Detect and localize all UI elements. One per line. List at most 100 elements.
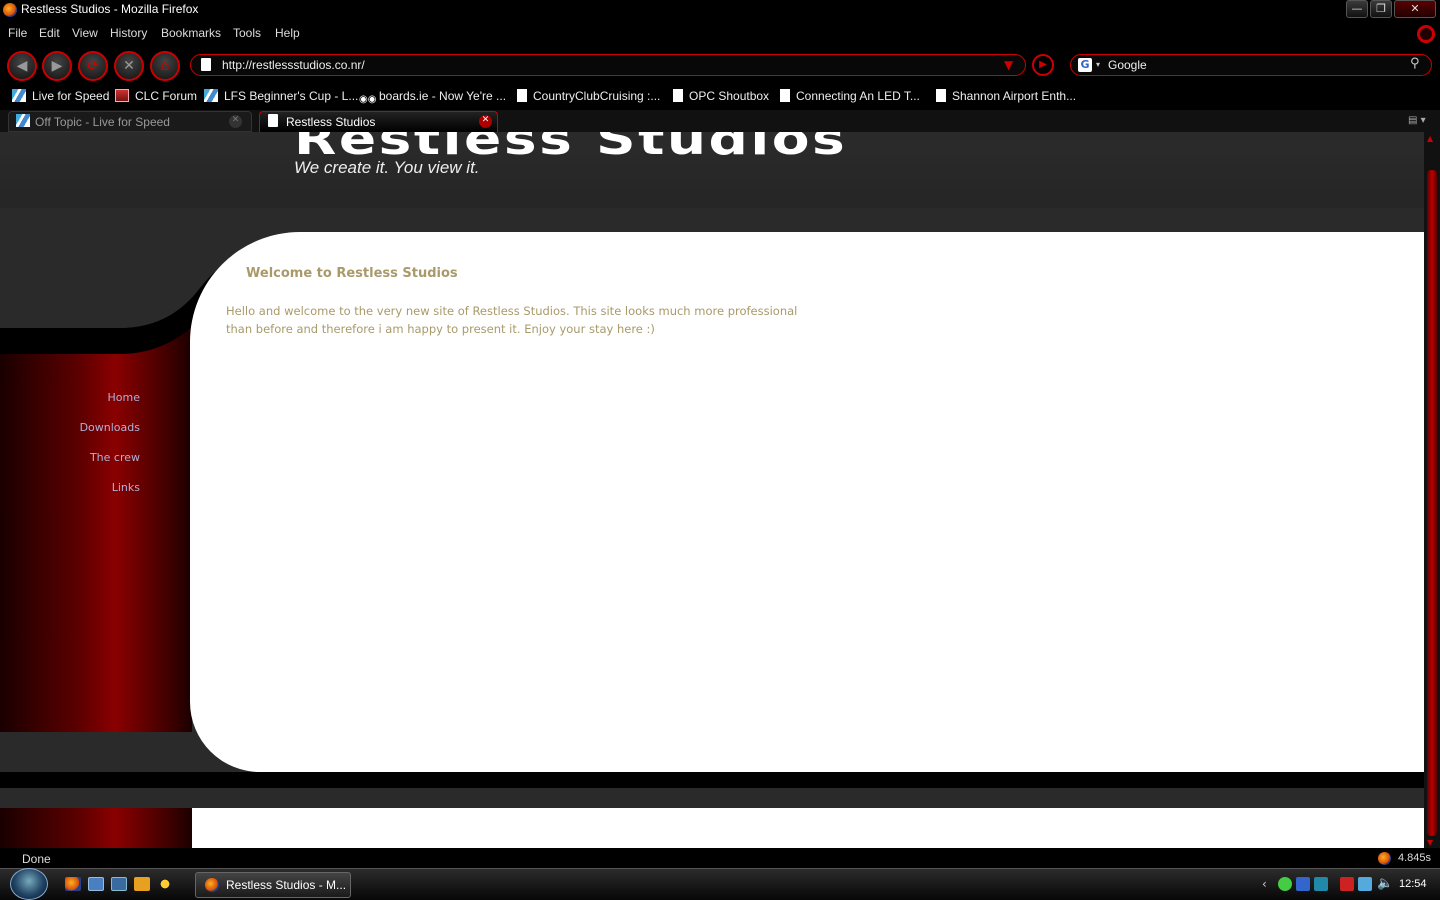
- start-button[interactable]: [10, 868, 48, 900]
- bookmark-label: CLC Forum: [135, 89, 198, 103]
- footer-band: [0, 772, 1424, 788]
- bookmark-connecting-an-led[interactable]: Connecting An LED T...: [780, 89, 920, 103]
- maximize-button[interactable]: ❐: [1370, 0, 1392, 18]
- nav-link-links[interactable]: Links: [0, 481, 140, 494]
- title-bar: [0, 0, 1440, 20]
- footer-panel: [192, 808, 1424, 848]
- home-icon: ⌂: [160, 58, 170, 74]
- security-tray-icon[interactable]: [1340, 877, 1354, 891]
- page-icon: [673, 89, 683, 102]
- menu-tools[interactable]: Tools: [233, 26, 261, 40]
- menu-view[interactable]: View: [72, 26, 98, 40]
- bookmark-clc-forum[interactable]: CLC Forum: [115, 89, 197, 103]
- page-icon: [936, 89, 946, 102]
- scroll-up-icon[interactable]: ▲: [1427, 134, 1433, 143]
- welcome-text: Hello and welcome to the very new site o…: [226, 304, 798, 336]
- bookmark-label: OPC Shoutbox: [689, 89, 770, 103]
- sidebar-background: [0, 808, 192, 848]
- window-title: Restless Studios - Mozilla Firefox: [21, 2, 199, 16]
- firefox-quicklaunch-icon[interactable]: [65, 877, 81, 891]
- switch-windows-icon[interactable]: [111, 877, 127, 891]
- bookmark-shannon-airport[interactable]: Shannon Airport Enth...: [936, 89, 1076, 103]
- firefox-icon: [3, 3, 17, 17]
- lfs-icon: [12, 89, 26, 102]
- forward-arrow-icon: ▶: [51, 58, 63, 74]
- tab-list-icon[interactable]: ▤ ▾: [1408, 115, 1426, 126]
- bookmark-label: boards.ie - Now Ye're ...: [379, 89, 507, 103]
- menu-bookmarks[interactable]: Bookmarks: [161, 26, 221, 40]
- welcome-heading: Welcome to Restless Studios: [246, 266, 458, 281]
- site-tagline: We create it. You view it.: [294, 158, 480, 177]
- page-icon: [517, 89, 527, 102]
- tab-restless-studios[interactable]: Restless Studios: [259, 111, 498, 132]
- search-input[interactable]: Google: [1108, 58, 1147, 72]
- reload-icon: ⟳: [87, 58, 99, 74]
- scroll-down-icon[interactable]: ▼: [1427, 838, 1433, 847]
- footer-strip: [0, 788, 1424, 808]
- menu-help[interactable]: Help: [275, 26, 300, 40]
- url-text[interactable]: http://restlessstudios.co.nr/: [222, 58, 365, 72]
- close-button[interactable]: ✕: [1394, 0, 1436, 18]
- tab-close-icon[interactable]: ✕: [229, 115, 242, 128]
- status-text: Done: [22, 852, 51, 866]
- addon-status-icon[interactable]: [1378, 852, 1391, 865]
- nav-link-the-crew[interactable]: The crew: [0, 451, 140, 464]
- clock[interactable]: 12:54: [1399, 878, 1427, 890]
- messenger-tray-icon[interactable]: [1278, 877, 1292, 891]
- page-viewport: Restless Studios We create it. You view …: [0, 132, 1424, 848]
- go-button[interactable]: ▶: [1032, 54, 1054, 76]
- volume-icon[interactable]: 🔈: [1377, 876, 1393, 891]
- task-label: Restless Studios - M...: [226, 878, 347, 892]
- minimize-button[interactable]: —: [1346, 0, 1368, 18]
- url-history-dropdown-icon[interactable]: ▼: [1004, 58, 1013, 72]
- tab-off-topic[interactable]: Off Topic - Live for Speed: [8, 111, 252, 132]
- connection-tray-icon[interactable]: [1358, 877, 1372, 891]
- bookmark-label: CountryClubCruising :...: [533, 89, 661, 103]
- tray-expand-icon[interactable]: ‹: [1262, 877, 1267, 891]
- update-tray-icon[interactable]: [1314, 877, 1328, 891]
- nav-link-downloads[interactable]: Downloads: [0, 421, 140, 434]
- home-button[interactable]: ⌂: [150, 51, 180, 81]
- go-arrow-icon: ▶: [1039, 59, 1047, 70]
- bookmark-boards-ie[interactable]: ◉◉ boards.ie - Now Ye're ...: [359, 89, 506, 107]
- messenger-icon[interactable]: [157, 877, 173, 891]
- load-time: 4.845s: [1398, 852, 1432, 864]
- page-icon: [268, 114, 278, 127]
- back-button[interactable]: ◀: [7, 51, 37, 81]
- page-icon: [201, 58, 211, 71]
- reload-button[interactable]: ⟳: [78, 51, 108, 81]
- bookmark-live-for-speed[interactable]: Live for Speed: [12, 89, 109, 103]
- bookmark-lfs-beginners-cup[interactable]: LFS Beginner's Cup - L...: [204, 89, 358, 103]
- clc-icon: [115, 89, 129, 102]
- search-icon[interactable]: ⚲: [1410, 56, 1420, 71]
- back-arrow-icon: ◀: [16, 58, 28, 74]
- scrollbar-thumb[interactable]: [1427, 170, 1437, 836]
- bookmark-label: Connecting An LED T...: [796, 89, 920, 103]
- status-bar: [0, 848, 1440, 868]
- tab-label: Restless Studios: [286, 115, 376, 129]
- network-tray-icon[interactable]: [1296, 877, 1310, 891]
- stop-icon: ✕: [123, 58, 135, 74]
- bookmark-countryclubcruising[interactable]: CountryClubCruising :...: [517, 89, 660, 103]
- bookmark-label: Shannon Airport Enth...: [952, 89, 1077, 103]
- menu-edit[interactable]: Edit: [39, 26, 60, 40]
- bookmark-label: LFS Beginner's Cup - L...: [224, 89, 359, 103]
- menu-file[interactable]: File: [8, 26, 27, 40]
- activity-throbber-icon: [1417, 25, 1435, 43]
- google-icon[interactable]: G: [1078, 58, 1092, 72]
- bookmark-opc-shoutbox[interactable]: OPC Shoutbox: [673, 89, 769, 103]
- bookmark-label: Live for Speed: [32, 89, 110, 103]
- lfs-icon: [16, 114, 30, 127]
- tab-label: Off Topic - Live for Speed: [35, 115, 170, 129]
- tab-close-icon[interactable]: ✕: [479, 115, 492, 128]
- menu-history[interactable]: History: [110, 26, 147, 40]
- forward-button[interactable]: ▶: [42, 51, 72, 81]
- page-icon: [780, 89, 790, 102]
- boards-icon: ◉◉: [359, 94, 377, 105]
- media-player-icon[interactable]: [134, 877, 150, 891]
- nav-link-home[interactable]: Home: [0, 391, 140, 404]
- search-engine-dropdown-icon[interactable]: ▾: [1096, 60, 1100, 69]
- firefox-icon: [205, 878, 219, 892]
- show-desktop-icon[interactable]: [88, 877, 104, 891]
- stop-button[interactable]: ✕: [114, 51, 144, 81]
